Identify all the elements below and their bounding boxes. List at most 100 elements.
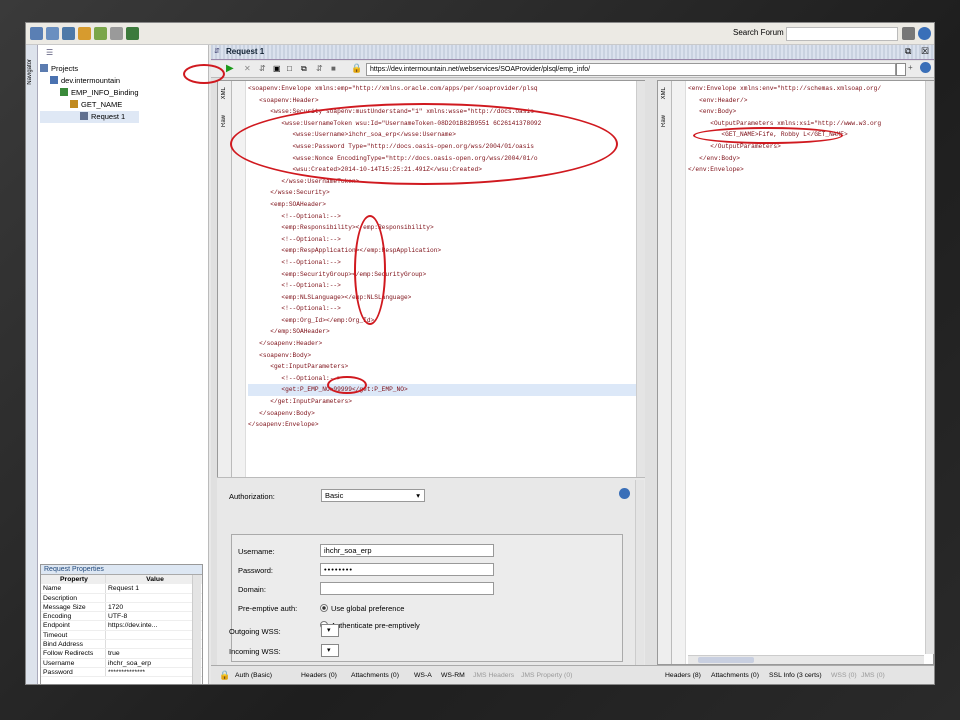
domain-field[interactable] [320, 582, 494, 595]
exit-icon[interactable] [126, 27, 139, 40]
xml-line[interactable]: <emp:NLSLanguage></emp:NLSLanguage> [248, 292, 644, 304]
xml-line[interactable]: <env:Envelope xmlns:env="http://schemas.… [688, 83, 924, 95]
annotation-response-name [693, 127, 843, 144]
format-icon[interactable]: ⇵ [316, 64, 323, 73]
refresh-icon[interactable] [94, 27, 107, 40]
tools-icon[interactable] [110, 27, 123, 40]
xml-line[interactable]: </get:InputParameters> [248, 396, 644, 408]
response-vertical-scrollbar[interactable] [925, 81, 934, 654]
tab-jms-property[interactable]: JMS Property (0) [521, 672, 572, 679]
split-horizontal-icon[interactable]: ▣ [273, 64, 281, 73]
tab-attachments[interactable]: Attachments (0) [351, 672, 399, 679]
property-row[interactable]: Username ihchr_soa_erp [41, 658, 202, 668]
xml-line[interactable]: <soapenv:Envelope xmlns:emp="http://xmln… [248, 83, 644, 95]
xml-line[interactable]: <emp:Org_Id></emp:Org_Id> [248, 315, 644, 327]
response-xml-editor[interactable]: XML Raw <env:Envelope xmlns:env="http://… [657, 80, 934, 665]
auth-scrollbar[interactable] [635, 480, 644, 666]
save-icon[interactable] [62, 27, 75, 40]
property-row[interactable]: Bind Address [41, 640, 202, 650]
close-window-icon[interactable]: ☒ [921, 46, 929, 57]
tab-ssl-info[interactable]: SSL Info (3 certs) [769, 672, 822, 679]
add-endpoint-icon[interactable]: ⇵ [259, 64, 266, 73]
request-help-icon[interactable] [920, 62, 931, 73]
property-row[interactable]: Name Request 1 [41, 584, 202, 594]
xml-line[interactable]: </env:Envelope> [688, 164, 924, 176]
property-row[interactable]: Encoding UTF-8 [41, 612, 202, 622]
split-vertical-icon[interactable]: □ [287, 64, 292, 73]
run-icon[interactable] [78, 27, 91, 40]
xml-line[interactable]: </soapenv:Header> [248, 338, 644, 350]
response-view-tabs[interactable]: XML Raw [658, 81, 672, 664]
credentials-group: Username: ihchr_soa_erp Password: ••••••… [231, 534, 623, 662]
tree-item[interactable]: Projects [40, 63, 139, 75]
tab-jms[interactable]: JMS (0) [861, 672, 885, 679]
password-field[interactable]: •••••••• [320, 563, 494, 576]
username-field[interactable]: ihchr_soa_erp [320, 544, 494, 557]
xml-line[interactable]: <get:InputParameters> [248, 361, 644, 373]
tab-response-attachments[interactable]: Attachments (0) [711, 672, 759, 679]
search-forum-input[interactable] [786, 27, 898, 41]
xml-line[interactable]: <emp:Responsibility></emp:Responsibility… [248, 222, 644, 234]
navigator-tab[interactable]: Navigator [26, 45, 38, 684]
tab-auth[interactable]: Auth (Basic) [235, 672, 272, 679]
float-window-icon[interactable]: ⧉ [905, 46, 911, 57]
tab-ws-rm[interactable]: WS-RM [441, 672, 465, 679]
new-project-icon[interactable] [30, 27, 43, 40]
help-icon[interactable] [918, 27, 931, 40]
tab-wss[interactable]: WSS (0) [831, 672, 857, 679]
xml-line[interactable]: <emp:RespApplication></emp:RespApplicati… [248, 245, 644, 257]
navigator-menu-icon[interactable]: ☰ [46, 48, 53, 57]
xml-line[interactable]: <soapenv:Body> [248, 350, 644, 362]
auth-help-icon[interactable] [619, 488, 630, 499]
xml-line[interactable]: <!--Optional:--> [248, 211, 644, 223]
xml-line[interactable]: </soapenv:Envelope> [248, 419, 644, 431]
xml-line[interactable]: </emp:SOAHeader> [248, 326, 644, 338]
tab-jms-headers[interactable]: JMS Headers [473, 672, 514, 679]
response-fold-gutter[interactable] [672, 81, 686, 664]
xml-line[interactable]: <env:Body> [688, 106, 924, 118]
authorization-select[interactable]: Basic ▾ [321, 489, 425, 502]
tree-item[interactable]: dev.intermountain [40, 75, 139, 87]
tab-headers[interactable]: Headers (0) [301, 672, 337, 679]
incoming-wss-dropdown[interactable]: ▾ [321, 644, 339, 657]
property-row[interactable]: Password ************** [41, 667, 202, 678]
forum-search-icon[interactable] [902, 27, 915, 40]
outgoing-wss-dropdown[interactable]: ▾ [321, 624, 339, 637]
tab-response-headers[interactable]: Headers (8) [665, 672, 701, 679]
xml-line[interactable]: <!--Optional:--> [248, 234, 644, 246]
submit-request-icon[interactable]: ▶ [226, 63, 234, 74]
request-vertical-scrollbar[interactable] [636, 81, 645, 486]
xml-line[interactable]: <!--Optional:--> [248, 303, 644, 315]
property-row[interactable]: Follow Redirects true [41, 649, 202, 659]
property-row[interactable]: Description [41, 593, 202, 603]
tabs-layout-icon[interactable]: ⧉ [301, 64, 307, 74]
xml-line[interactable]: <emp:SecurityGroup></emp:SecurityGroup> [248, 269, 644, 281]
use-global-preference-radio[interactable]: Use global preference [320, 604, 404, 613]
xml-line[interactable]: <!--Optional:--> [248, 257, 644, 269]
xml-line[interactable]: <emp:SOAHeader> [248, 199, 644, 211]
endpoint-url-input[interactable]: https://dev.intermountain.net/webservice… [366, 63, 896, 76]
stop-icon[interactable]: ✕ [244, 64, 251, 73]
add-assertion-icon[interactable]: + [908, 63, 913, 72]
import-icon[interactable] [46, 27, 59, 40]
response-horizontal-scrollbar[interactable] [688, 655, 924, 664]
property-row[interactable]: Endpoint https://dev.inte... [41, 621, 202, 631]
tree-item[interactable]: EMP_INFO_Binding [40, 87, 139, 99]
xml-line[interactable]: <env:Header/> [688, 95, 924, 107]
property-row[interactable]: Timeout [41, 630, 202, 641]
tree-item[interactable]: Request 1 [40, 111, 139, 123]
xml-line[interactable]: </wsse:Security> [248, 187, 644, 199]
tree-item[interactable]: GET_NAME [40, 99, 139, 111]
options-icon[interactable]: ■ [331, 64, 336, 73]
xml-line[interactable]: <get:P_EMP_NO>99999</get:P_EMP_NO> [248, 384, 644, 397]
xml-line[interactable]: <!--Optional:--> [248, 280, 644, 292]
property-row[interactable]: Message Size 1720 [41, 602, 202, 613]
xml-line[interactable]: </env:Body> [688, 153, 924, 165]
xml-line[interactable]: </soapenv:Body> [248, 408, 644, 420]
preemptive-auth-label: Pre-emptive auth: [238, 604, 298, 613]
properties-scrollbar[interactable] [192, 575, 201, 684]
xml-line[interactable]: <!--Optional:--> [248, 373, 644, 385]
tab-ws-a[interactable]: WS-A [414, 672, 432, 679]
endpoint-dropdown[interactable] [896, 63, 906, 76]
auth-lock-icon: 🔒 [219, 670, 231, 680]
